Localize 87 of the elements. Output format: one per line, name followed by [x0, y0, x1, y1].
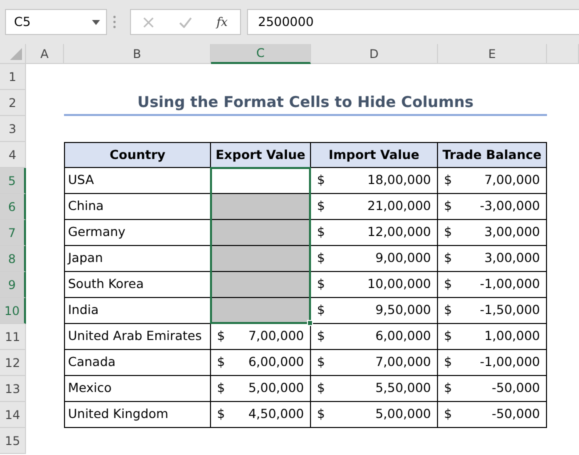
row-header[interactable]: 6 [0, 194, 26, 220]
currency-symbol: $ [217, 353, 225, 372]
row-header[interactable]: 13 [0, 376, 26, 402]
row-header[interactable]: 3 [0, 116, 26, 142]
currency-symbol: $ [444, 223, 452, 242]
insert-function-button[interactable]: fx [216, 13, 228, 31]
name-box[interactable]: C5 [5, 9, 107, 35]
currency-symbol: $ [317, 275, 325, 294]
amount-value: 7,00,000 [375, 353, 431, 372]
amount-value: -3,00,000 [480, 197, 540, 216]
formula-input[interactable]: 2500000 [247, 9, 579, 35]
currency-symbol: $ [317, 353, 325, 372]
table-cell: Germany [64, 220, 211, 246]
amount-value: 10,00,000 [367, 275, 431, 294]
table-cell: India [64, 298, 211, 324]
amount-value: 7,00,000 [484, 171, 540, 190]
currency-symbol: $ [444, 197, 452, 216]
currency-symbol: $ [317, 405, 325, 424]
row-header[interactable]: 4 [0, 142, 26, 168]
currency-symbol: $ [444, 327, 452, 346]
table-cell: United Arab Emirates [64, 324, 211, 350]
currency-symbol: $ [317, 327, 325, 346]
table-cell: China [64, 194, 211, 220]
amount-value: 6,00,000 [248, 353, 304, 372]
amount-value: 6,00,000 [375, 327, 431, 346]
row-header[interactable]: 7 [0, 220, 26, 246]
sheet-title: Using the Format Cells to Hide Columns [64, 90, 547, 116]
table-cell: United Kingdom [64, 402, 211, 428]
currency-symbol: $ [217, 327, 225, 346]
amount-value: 3,00,000 [484, 223, 540, 242]
currency-symbol: $ [317, 379, 325, 398]
column-header[interactable]: E [438, 44, 547, 64]
currency-symbol: $ [444, 301, 452, 320]
amount-value: 5,00,000 [248, 379, 304, 398]
amount-value: 9,00,000 [375, 249, 431, 268]
table-cell: South Korea [64, 272, 211, 298]
amount-value: -1,50,000 [480, 301, 540, 320]
amount-value: 3,00,000 [484, 249, 540, 268]
row-header[interactable]: 14 [0, 402, 26, 428]
amount-value: 12,00,000 [367, 223, 431, 242]
column-header[interactable]: A [26, 44, 64, 64]
row-header[interactable]: 15 [0, 428, 26, 454]
currency-symbol: $ [444, 353, 452, 372]
currency-symbol: $ [444, 249, 452, 268]
amount-value: 7,00,000 [248, 327, 304, 346]
name-box-value: C5 [14, 12, 31, 31]
currency-symbol: $ [444, 275, 452, 294]
currency-symbol: $ [317, 197, 325, 216]
currency-symbol: $ [217, 379, 225, 398]
row-header[interactable]: 8 [0, 246, 26, 272]
column-header[interactable]: D [311, 44, 438, 64]
amount-value: 5,50,000 [375, 379, 431, 398]
amount-value: -50,000 [492, 379, 540, 398]
amount-value: -1,00,000 [480, 353, 540, 372]
amount-value: 21,00,000 [367, 197, 431, 216]
amount-value: 9,50,000 [375, 301, 431, 320]
table-cell: USA [64, 168, 211, 194]
row-header[interactable]: 11 [0, 324, 26, 350]
row-header[interactable]: 2 [0, 90, 26, 116]
row-header[interactable]: 1 [0, 64, 26, 90]
currency-symbol: $ [317, 249, 325, 268]
currency-symbol: $ [444, 379, 452, 398]
table-cell: Mexico [64, 376, 211, 402]
currency-symbol: $ [317, 223, 325, 242]
currency-symbol: $ [444, 405, 452, 424]
table-cell: Japan [64, 246, 211, 272]
column-heading: Export Value [211, 142, 311, 168]
currency-symbol: $ [317, 171, 325, 190]
row-header[interactable]: 12 [0, 350, 26, 376]
column-heading: Import Value [311, 142, 438, 168]
row-header[interactable]: 9 [0, 272, 26, 298]
amount-value: -1,00,000 [480, 275, 540, 294]
currency-symbol: $ [217, 405, 225, 424]
column-header[interactable]: C [211, 44, 311, 64]
row-header[interactable]: 5 [0, 168, 26, 194]
column-heading: Country [64, 142, 211, 168]
row-header[interactable]: 10 [0, 298, 26, 324]
amount-value: 1,00,000 [484, 327, 540, 346]
amount-value: 4,50,000 [248, 405, 304, 424]
amount-value: 18,00,000 [367, 171, 431, 190]
currency-symbol: $ [317, 301, 325, 320]
column-heading: Trade Balance [438, 142, 547, 168]
amount-value: 5,00,000 [375, 405, 431, 424]
amount-value: -50,000 [492, 405, 540, 424]
table-cell: Canada [64, 350, 211, 376]
currency-symbol: $ [444, 171, 452, 190]
column-header[interactable]: B [64, 44, 211, 64]
